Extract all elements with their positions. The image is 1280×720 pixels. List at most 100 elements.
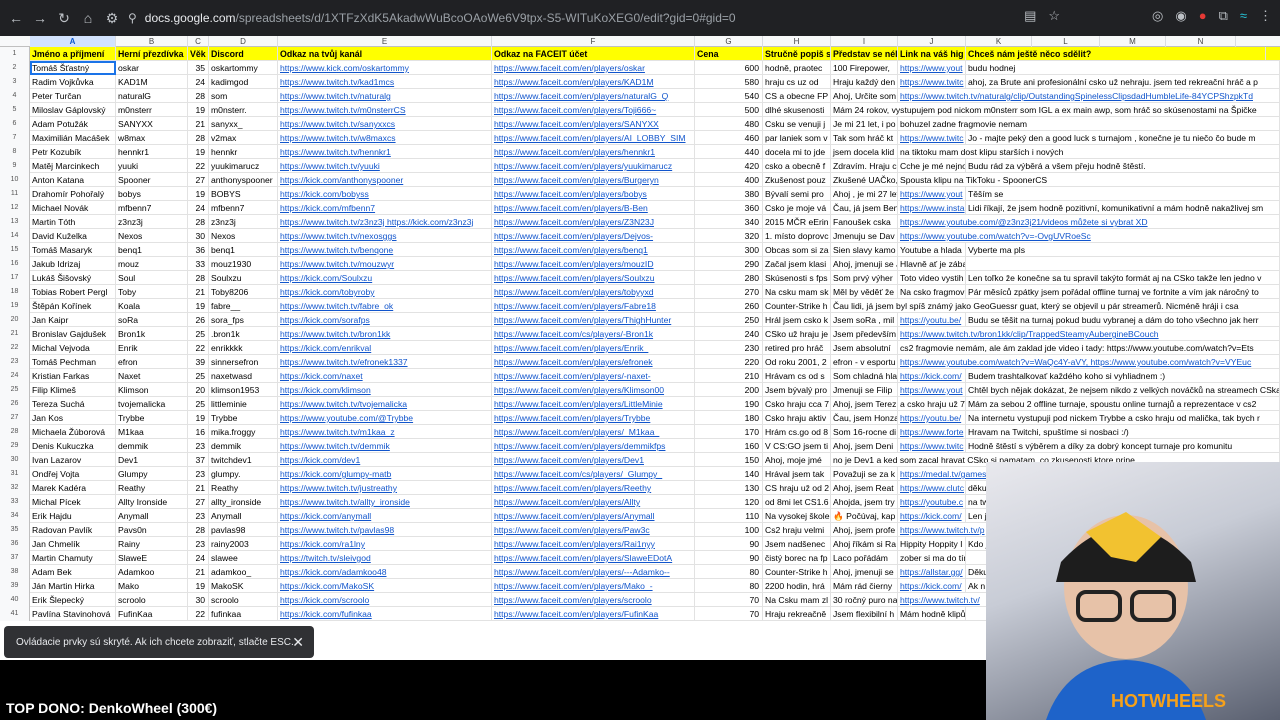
discord-cell[interactable]: oskartommy xyxy=(209,61,278,75)
discord-cell[interactable]: littleminie xyxy=(209,397,278,411)
intro-cell[interactable]: Ahoj , je mi 27 let xyxy=(831,187,898,201)
age-cell[interactable]: 19 xyxy=(188,299,209,313)
age-cell[interactable]: 23 xyxy=(188,439,209,453)
age-cell[interactable]: 19 xyxy=(188,187,209,201)
name-cell[interactable]: Lukáš Šišovský xyxy=(30,271,116,285)
column-header-k[interactable]: K xyxy=(966,36,1032,47)
description-cell[interactable]: docela mi to jde xyxy=(763,145,831,159)
nick-cell[interactable]: oskar xyxy=(116,61,188,75)
description-cell[interactable]: Cs2 hraju velmi xyxy=(763,523,831,537)
description-cell[interactable]: Bývalí semi pro xyxy=(763,187,831,201)
nick-cell[interactable]: mouz xyxy=(116,257,188,271)
row-number[interactable]: 12 xyxy=(0,201,30,215)
message-cell[interactable]: Budem trashtalkovať každého koho si vyhl… xyxy=(966,369,1280,383)
channel-link[interactable]: https://kick.com/Soulxzu xyxy=(278,271,492,285)
description-cell[interactable]: 1. místo doprovc xyxy=(763,229,831,243)
column-header-n[interactable]: N xyxy=(1166,36,1236,47)
description-cell[interactable]: Hrával jsem tak xyxy=(763,467,831,481)
discord-cell[interactable]: allty_ironside xyxy=(209,495,278,509)
highlight-link[interactable]: https://www.yout xyxy=(898,383,966,397)
highlight-link[interactable]: https://www.youtube.com/watch?v=-OvgUVRo… xyxy=(898,229,1280,243)
channel-link[interactable]: https://kick.com/enrikval xyxy=(278,341,492,355)
description-cell[interactable]: dlhé skusenosti xyxy=(763,103,831,117)
discord-cell[interactable]: enrikkkk xyxy=(209,341,278,355)
row-number[interactable]: 5 xyxy=(0,103,30,117)
channel-link[interactable]: https://kick.com/anymall xyxy=(278,509,492,523)
age-cell[interactable]: 35 xyxy=(188,61,209,75)
highlight-link[interactable]: https://kick.com/ xyxy=(898,369,966,383)
description-cell[interactable]: 2200 hodin, hrá xyxy=(763,579,831,593)
description-cell[interactable]: Counter-Strike h xyxy=(763,565,831,579)
row-number[interactable]: 16 xyxy=(0,257,30,271)
address-bar[interactable]: ⚲ docs.google.com /spreadsheets/d/1XTFzX… xyxy=(128,7,1048,29)
column-header-i[interactable]: I xyxy=(831,36,898,47)
column-header-l[interactable]: L xyxy=(1032,36,1100,47)
site-info-icon[interactable]: ⚲ xyxy=(128,11,137,25)
description-cell[interactable]: čistý borec na fp xyxy=(763,551,831,565)
intro-cell[interactable]: Ahoj, jmenuji se Jakub Idrizaj, je m xyxy=(831,257,898,271)
description-cell[interactable]: Na Csku mam zl xyxy=(763,593,831,607)
header-cell[interactable]: Věk xyxy=(188,47,209,61)
faceit-link[interactable]: https://www.faceit.com/en/players/Dejvos… xyxy=(492,229,695,243)
row-number[interactable]: 1 xyxy=(0,47,30,61)
price-cell[interactable]: 400 xyxy=(695,173,763,187)
nick-cell[interactable]: Allty Ironside xyxy=(116,495,188,509)
intro-cell[interactable]: 30 ročný puro na xyxy=(831,593,898,607)
faceit-link[interactable]: https://www.faceit.com/en/players/Soulxz… xyxy=(492,271,695,285)
channel-link[interactable]: https://www.kick.com/oskartommy xyxy=(278,61,492,75)
channel-link[interactable]: https://www.twitch.tv/justreathy xyxy=(278,481,492,495)
nick-cell[interactable]: FufinKaa xyxy=(116,607,188,621)
column-header-b[interactable]: B xyxy=(116,36,188,47)
header-cell[interactable]: Herní přezdívka xyxy=(116,47,188,61)
discord-cell[interactable]: kadimgod xyxy=(209,75,278,89)
header-cell[interactable]: Odkaz na tvůj kanál xyxy=(278,47,492,61)
nick-cell[interactable]: demmik xyxy=(116,439,188,453)
highlight-link[interactable]: https://www.twitc xyxy=(898,131,966,145)
description-cell[interactable]: Hrám cs.go od 8 xyxy=(763,425,831,439)
row-number[interactable]: 15 xyxy=(0,243,30,257)
age-cell[interactable]: 24 xyxy=(188,201,209,215)
intro-cell[interactable]: jsem docela klid xyxy=(831,145,898,159)
name-cell[interactable]: Erik Šlepecký xyxy=(30,593,116,607)
nick-cell[interactable]: Spooner xyxy=(116,173,188,187)
age-cell[interactable]: 19 xyxy=(188,103,209,117)
intro-cell[interactable]: Sien slavy kamo xyxy=(831,243,898,257)
intro-cell[interactable]: 100 Firepower, xyxy=(831,61,898,75)
price-cell[interactable]: 220 xyxy=(695,355,763,369)
intro-cell[interactable]: Ahoj říkám si Ra xyxy=(831,537,898,551)
nick-cell[interactable]: naturalG xyxy=(116,89,188,103)
highlight-link[interactable]: https://www.yout xyxy=(898,187,966,201)
row-number[interactable]: 11 xyxy=(0,187,30,201)
intro-cell[interactable]: Ahoj, jsem profe xyxy=(831,523,898,537)
faceit-link[interactable]: https://www.faceit.com/en/players/Klimso… xyxy=(492,383,695,397)
name-cell[interactable]: Ivan Lazarov xyxy=(30,453,116,467)
discord-cell[interactable]: anthonyspooner xyxy=(209,173,278,187)
discord-cell[interactable]: Anymall xyxy=(209,509,278,523)
nick-cell[interactable]: Glumpy xyxy=(116,467,188,481)
age-cell[interactable]: 37 xyxy=(188,453,209,467)
row-number[interactable]: 19 xyxy=(0,299,30,313)
age-cell[interactable]: 22 xyxy=(188,341,209,355)
column-header-m[interactable]: M xyxy=(1100,36,1166,47)
faceit-link[interactable]: https://www.faceit.com/en/players/Allty xyxy=(492,495,695,509)
description-cell[interactable]: Counter-Strike h xyxy=(763,299,831,313)
row-number[interactable]: 7 xyxy=(0,131,30,145)
description-cell[interactable]: Na csku mam sk xyxy=(763,285,831,299)
row-number[interactable]: 4 xyxy=(0,89,30,103)
row-number[interactable]: 22 xyxy=(0,341,30,355)
channel-link[interactable]: https://www.twitch.tv/kad1mcs xyxy=(278,75,492,89)
name-cell[interactable]: Pavlína Stavinohová xyxy=(30,607,116,621)
intro-cell[interactable]: Fanoušek cska xyxy=(831,215,898,229)
name-cell[interactable]: Bronislav Gajdušek xyxy=(30,327,116,341)
name-cell[interactable]: Jakub Idrizaj xyxy=(30,257,116,271)
name-cell[interactable]: Tomáš Pechman xyxy=(30,355,116,369)
description-cell[interactable]: par laniek som v xyxy=(763,131,831,145)
intro-cell[interactable]: Som chladná hla xyxy=(831,369,898,383)
discord-cell[interactable]: Nexos xyxy=(209,229,278,243)
faceit-link[interactable]: https://www.faceit.com/en/players/Enrik_ xyxy=(492,341,695,355)
row-number[interactable]: 18 xyxy=(0,285,30,299)
faceit-link[interactable]: https://www.faceit.com/en/players/B-Ben xyxy=(492,201,695,215)
faceit-link[interactable]: https://www.faceit.com/en/players/yuukim… xyxy=(492,159,695,173)
description-cell[interactable]: CSko už hraju je xyxy=(763,327,831,341)
reader-icon[interactable]: ▤ xyxy=(1024,8,1036,24)
